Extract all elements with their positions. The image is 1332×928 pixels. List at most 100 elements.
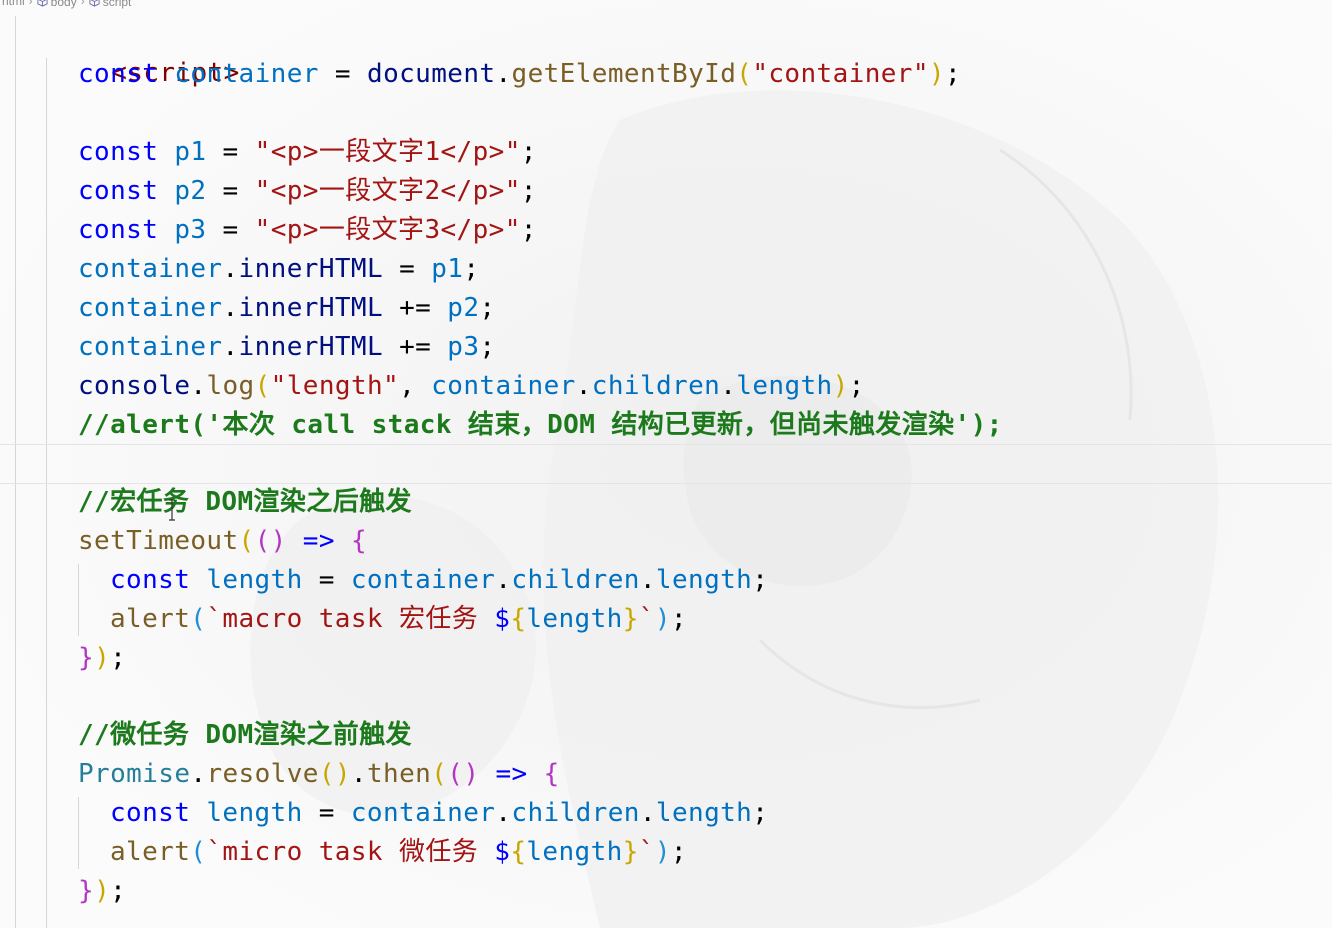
code-line-close-then[interactable]: }); [78,872,126,910]
identifier: length [526,604,623,634]
code-line-innerhtml-p3[interactable]: container.innerHTML += p3; [78,328,495,366]
arrow: => [495,759,528,789]
function-name: log [206,371,255,401]
operator: = [334,59,351,89]
comment: //微任务 DOM渲染之前触发 [78,720,412,750]
semicolon: ; [520,137,537,167]
identifier: p1 [431,254,464,284]
code-line-macro-comment[interactable]: //宏任务 DOM渲染之后触发 [78,483,412,521]
identifier: container [350,565,496,595]
chevron-right-icon: › [28,0,33,8]
cube-icon [37,0,48,7]
property: innerHTML [238,293,384,323]
code-line-macro-alert[interactable]: alert(`macro task 宏任务 ${length}`); [110,600,687,638]
function-name: alert [110,604,191,634]
semicolon: ; [479,332,496,362]
operator: += [399,332,432,362]
identifier: p2 [447,293,480,323]
semicolon: ; [520,176,537,206]
property: children [591,371,721,401]
identifier: length [206,565,303,595]
string: "container" [752,59,929,89]
code-line-innerhtml-p2[interactable]: container.innerHTML += p2; [78,289,495,327]
operator: = [222,137,239,167]
code-editor[interactable]: <script> const container = document.getE… [0,16,1332,928]
semicolon: ; [479,293,496,323]
keyword: const [78,176,159,206]
operator: += [399,293,432,323]
template-string: `macro task 宏任务 [206,604,495,634]
string: "<p>一段文字3</p>" [254,215,521,245]
template-end: ` [638,837,655,867]
breadcrumb-label: script [102,0,132,9]
indent-guide [46,58,47,928]
property: innerHTML [238,332,384,362]
class-name: Promise [78,759,191,789]
code-line-micro-alert[interactable]: alert(`micro task 微任务 ${length}`); [110,833,687,871]
arrow: => [302,526,335,556]
comment: //宏任务 DOM渲染之后触发 [78,487,412,517]
cube-icon [89,0,100,7]
code-line-micro-const-length[interactable]: const length = container.children.length… [110,794,768,832]
identifier: length [206,798,303,828]
property: innerHTML [238,254,384,284]
function-name: alert [110,837,191,867]
template-string: `micro task 微任务 [206,837,495,867]
text-cursor-icon [169,499,175,521]
keyword: const [78,215,159,245]
breadcrumb: html › body › script [0,0,1332,14]
operator: = [399,254,416,284]
string: "length" [270,371,400,401]
comment: //alert('本次 call stack 结束，DOM 结构已更新，但尚未触… [78,410,1003,440]
keyword: const [110,798,191,828]
identifier: container [78,254,223,284]
semicolon: ; [848,371,865,401]
function-name: resolve [206,759,319,789]
code-line-macro-const-length[interactable]: const length = container.children.length… [110,561,768,599]
breadcrumb-label: body [50,0,77,9]
code-line-const-container[interactable]: const container = document.getElementByI… [78,55,961,93]
identifier: container [350,798,496,828]
template-dollar: $ [494,604,511,634]
code-line-innerhtml-p1[interactable]: container.innerHTML = p1; [78,250,479,288]
breadcrumb-item-script[interactable]: script [89,0,132,9]
code-line-script-open[interactable]: <script> [47,16,240,88]
code-line-settimeout[interactable]: setTimeout(() => { [78,522,367,560]
identifier: p2 [174,176,207,206]
breadcrumb-label: html [2,0,25,8]
indent-guide [78,564,79,636]
keyword: const [110,565,191,595]
keyword: const [78,137,159,167]
identifier: container [431,371,576,401]
identifier: container [78,293,223,323]
identifier: p3 [447,332,480,362]
property: length [655,565,753,595]
function-name: getElementById [511,59,737,89]
identifier: length [526,837,623,867]
code-line-const-p2[interactable]: const p2 = "<p>一段文字2</p>"; [78,172,537,210]
breadcrumb-item-html[interactable]: html [2,0,25,8]
identifier: container [78,332,223,362]
template-dollar: $ [494,837,511,867]
code-line-const-p3[interactable]: const p3 = "<p>一段文字3</p>"; [78,211,537,249]
comma: , [399,371,416,401]
identifier: container [174,59,319,89]
semicolon: ; [463,254,480,284]
code-line-micro-comment[interactable]: //微任务 DOM渲染之前触发 [78,716,412,754]
keyword: const [78,59,159,89]
code-line-alert-comment[interactable]: //alert('本次 call stack 结束，DOM 结构已更新，但尚未触… [78,406,1003,444]
code-line-close-settimeout[interactable]: }); [78,639,126,677]
code-line-console-log[interactable]: console.log("length", container.children… [78,367,865,405]
operator: = [222,215,239,245]
breadcrumb-item-body[interactable]: body [37,0,77,9]
string: "<p>一段文字1</p>" [254,137,521,167]
property: length [736,371,833,401]
function-name: setTimeout [78,526,239,556]
code-line-promise[interactable]: Promise.resolve().then(() => { [78,755,560,793]
operator: = [222,176,239,206]
template-end: ` [638,604,655,634]
function-name: then [366,759,432,789]
code-line-const-p1[interactable]: const p1 = "<p>一段文字1</p>"; [78,133,537,171]
string: "<p>一段文字2</p>" [254,176,521,206]
chevron-right-icon: › [80,0,85,8]
